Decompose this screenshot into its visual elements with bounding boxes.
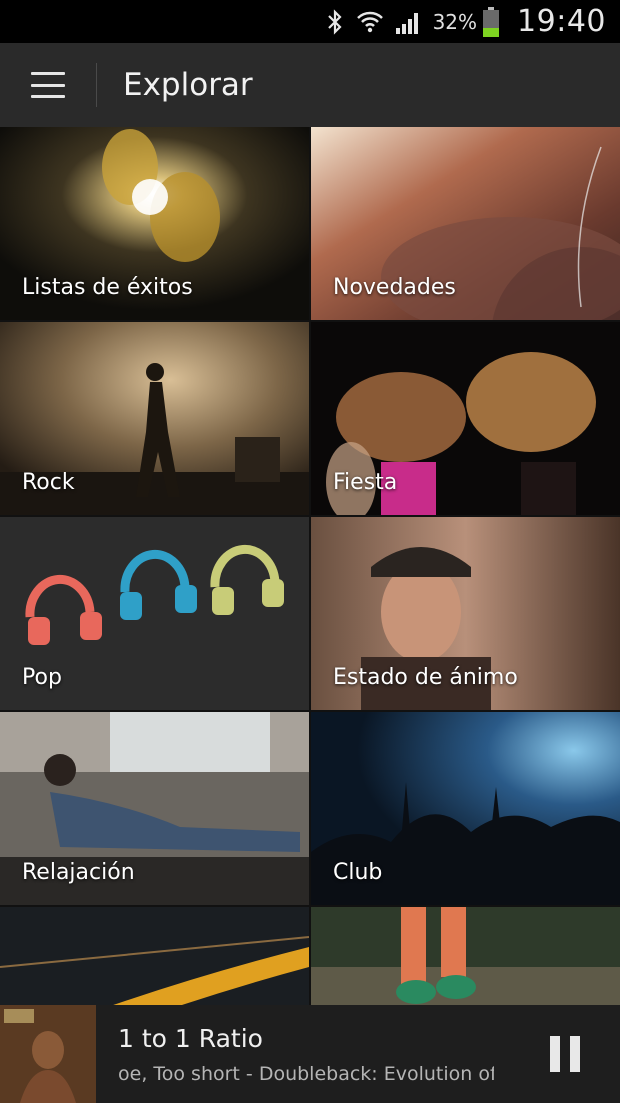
app-bar-divider (96, 63, 97, 107)
bluetooth-icon (325, 8, 345, 35)
category-label: Novedades (333, 275, 456, 300)
pause-icon (570, 1036, 580, 1072)
tile-image (0, 907, 309, 1005)
tile-image (311, 907, 620, 1005)
now-playing-bar[interactable]: 1 to 1 Ratio oe, Too short - Doubleback:… (0, 1005, 620, 1103)
category-label: Pop (22, 665, 62, 690)
category-label: Listas de éxitos (22, 275, 193, 300)
category-tile-fiesta[interactable]: Fiesta (311, 322, 620, 515)
battery-icon (483, 6, 500, 37)
app-bar: Explorar (0, 43, 620, 127)
category-tile-city-night[interactable] (0, 907, 309, 1005)
now-playing-info[interactable]: 1 to 1 Ratio oe, Too short - Doubleback:… (96, 1024, 510, 1085)
category-tile-listas-de-exitos[interactable]: Listas de éxitos (0, 127, 309, 320)
status-bar: 32% 19:40 (0, 0, 620, 43)
category-grid: Listas de éxitos Novedades Rock Fiesta P… (0, 127, 620, 1005)
category-tile-novedades[interactable]: Novedades (311, 127, 620, 320)
category-label: Fiesta (333, 470, 398, 495)
category-tile-relajacion[interactable]: Relajación (0, 712, 309, 905)
category-tile-rock[interactable]: Rock (0, 322, 309, 515)
category-tile-running[interactable] (311, 907, 620, 1005)
battery-percent: 32% (432, 9, 478, 34)
wifi-icon (355, 9, 385, 35)
signal-icon (395, 9, 423, 35)
clock: 19:40 (517, 4, 606, 39)
hamburger-menu-icon (31, 72, 65, 98)
page-title: Explorar (123, 67, 253, 103)
category-label: Club (333, 860, 383, 885)
category-label: Relajación (22, 860, 135, 885)
category-label: Estado de ánimo (333, 665, 518, 690)
track-subtitle: oe, Too short - Doubleback: Evolution of… (118, 1062, 494, 1085)
category-tile-club[interactable]: Club (311, 712, 620, 905)
pause-button[interactable] (510, 1005, 620, 1103)
category-tile-pop[interactable]: Pop (0, 517, 309, 710)
track-title: 1 to 1 Ratio (118, 1023, 263, 1053)
album-art[interactable] (0, 1005, 96, 1103)
category-label: Rock (22, 470, 75, 495)
menu-button[interactable] (0, 43, 96, 127)
pause-icon (550, 1036, 560, 1072)
category-tile-estado-de-animo[interactable]: Estado de ánimo (311, 517, 620, 710)
